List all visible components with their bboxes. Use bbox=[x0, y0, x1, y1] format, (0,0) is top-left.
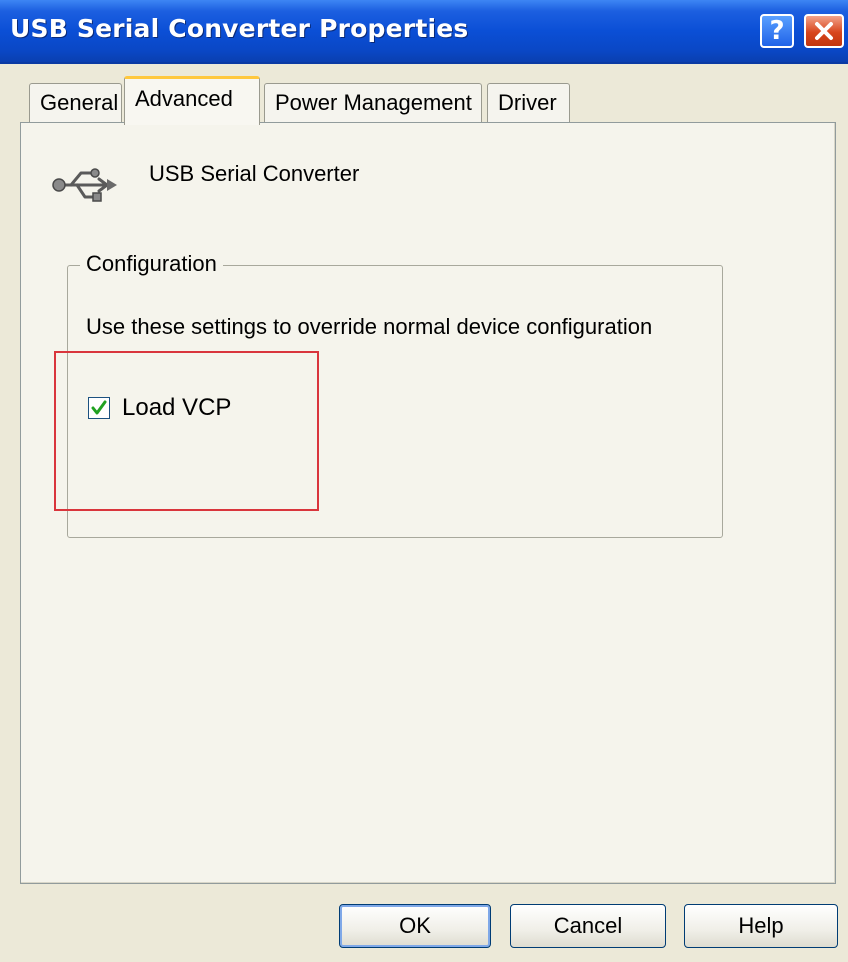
ok-button[interactable]: OK bbox=[339, 904, 491, 948]
configuration-legend: Configuration bbox=[80, 251, 223, 277]
help-button[interactable]: ? bbox=[760, 14, 794, 48]
help-icon: ? bbox=[769, 16, 785, 46]
tab-general[interactable]: General bbox=[29, 83, 122, 123]
properties-dialog: USB Serial Converter Properties ? Genera… bbox=[0, 0, 848, 962]
window-title: USB Serial Converter Properties bbox=[10, 14, 469, 43]
cancel-button-label: Cancel bbox=[553, 913, 623, 938]
tab-power-management-label: Power Management bbox=[275, 90, 472, 115]
close-button[interactable] bbox=[804, 14, 844, 48]
tab-advanced-label: Advanced bbox=[135, 86, 233, 111]
tab-driver[interactable]: Driver bbox=[487, 83, 570, 123]
tab-general-label: General bbox=[40, 90, 119, 115]
configuration-description: Use these settings to override normal de… bbox=[86, 314, 653, 339]
tab-driver-label: Driver bbox=[498, 90, 557, 115]
device-name: USB Serial Converter bbox=[149, 161, 360, 186]
usb-icon bbox=[52, 168, 117, 202]
help-dialog-button[interactable]: Help bbox=[684, 904, 838, 948]
close-icon bbox=[815, 22, 833, 40]
advanced-tab-panel: USB Serial Converter Configuration Use t… bbox=[20, 122, 836, 884]
ok-button-label: OK bbox=[399, 913, 431, 938]
help-dialog-button-label: Help bbox=[738, 913, 784, 938]
title-bar[interactable]: USB Serial Converter Properties ? bbox=[0, 0, 848, 64]
annotation-highlight-box bbox=[54, 351, 319, 511]
tab-advanced[interactable]: Advanced bbox=[124, 76, 260, 125]
cancel-button[interactable]: Cancel bbox=[510, 904, 666, 948]
tab-power-management[interactable]: Power Management bbox=[264, 83, 482, 123]
